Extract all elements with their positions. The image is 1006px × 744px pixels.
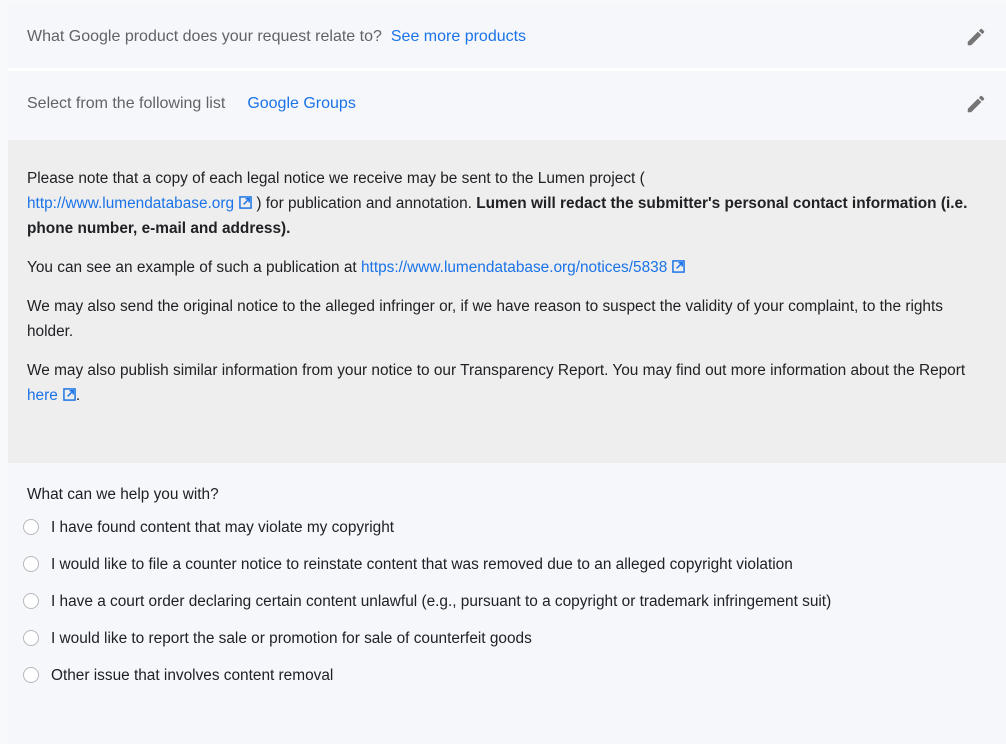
- notice-text: ) for publication and annotation.: [256, 195, 472, 212]
- edit-product-button[interactable]: [963, 24, 989, 50]
- product-question-row[interactable]: What Google product does your request re…: [8, 5, 1006, 68]
- notice-paragraph-2: You can see an example of such a publica…: [27, 255, 986, 280]
- notice-text: We may also publish similar information …: [27, 362, 966, 379]
- help-question-section: What can we help you with? I have found …: [8, 463, 1006, 744]
- option-label: I would like to report the sale or promo…: [51, 630, 532, 647]
- notice-paragraph-1: Please note that a copy of each legal no…: [27, 166, 986, 241]
- option-label: I have found content that may violate my…: [51, 519, 395, 536]
- option-label: I have a court order declaring certain c…: [51, 593, 832, 610]
- lumen-link[interactable]: http://www.lumendatabase.org: [27, 195, 234, 212]
- pencil-icon: [967, 95, 985, 113]
- option-counter-notice[interactable]: I would like to file a counter notice to…: [23, 552, 1006, 577]
- notice-paragraph-3: We may also send the original notice to …: [27, 298, 943, 340]
- notice-text: .: [75, 387, 81, 404]
- option-copyright[interactable]: I have found content that may violate my…: [23, 515, 1006, 540]
- option-court-order[interactable]: I have a court order declaring certain c…: [23, 589, 1006, 614]
- external-link-icon: [672, 260, 686, 273]
- legal-request-form: What Google product does your request re…: [0, 0, 1006, 744]
- radio-button[interactable]: [23, 556, 39, 572]
- notice-paragraph-4: We may also publish similar information …: [27, 358, 986, 408]
- list-question-row[interactable]: Select from the following list Google Gr…: [8, 71, 1006, 137]
- external-link-icon: [62, 388, 76, 401]
- option-label: I would like to file a counter notice to…: [51, 556, 793, 573]
- help-question-label: What can we help you with?: [27, 486, 219, 503]
- option-other[interactable]: Other issue that involves content remova…: [23, 663, 1006, 688]
- product-question-label: What Google product does your request re…: [27, 27, 382, 45]
- radio-button[interactable]: [23, 519, 39, 535]
- option-counterfeit[interactable]: I would like to report the sale or promo…: [23, 626, 1006, 651]
- pencil-icon: [967, 28, 985, 45]
- external-link-icon: [239, 196, 252, 209]
- radio-button[interactable]: [23, 667, 39, 683]
- radio-button[interactable]: [23, 593, 39, 609]
- lumen-notice: Please note that a copy of each legal no…: [8, 140, 1006, 463]
- option-label: Other issue that involves content remova…: [51, 667, 334, 684]
- edit-list-button[interactable]: [963, 91, 989, 117]
- notice-text: You can see an example of such a publica…: [27, 259, 357, 276]
- radio-button[interactable]: [23, 630, 39, 646]
- notice-text: Please note that a copy of each legal no…: [27, 170, 645, 187]
- list-question-label: Select from the following list: [27, 95, 226, 112]
- list-answer-link[interactable]: Google Groups: [247, 95, 356, 113]
- example-notice-link[interactable]: https://www.lumendatabase.org/notices/58…: [361, 259, 667, 276]
- product-answer-link[interactable]: See more products: [391, 28, 526, 46]
- transparency-report-link[interactable]: here: [27, 387, 58, 404]
